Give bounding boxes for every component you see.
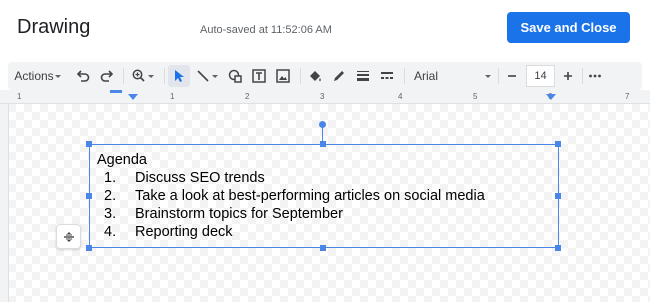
- border-weight-button[interactable]: [352, 65, 374, 87]
- select-tool-button[interactable]: [168, 65, 190, 87]
- zoom-button[interactable]: [128, 65, 158, 87]
- minus-icon: [508, 75, 516, 77]
- resize-handle-bottom[interactable]: [320, 245, 326, 251]
- border-color-button[interactable]: [328, 65, 350, 87]
- resize-handle-right[interactable]: [555, 193, 561, 199]
- undo-button[interactable]: [72, 65, 94, 87]
- list-item-number: 3.: [104, 206, 117, 222]
- fill-color-icon: [310, 71, 321, 82]
- ruler-label: 5: [473, 92, 478, 101]
- toolbar: Actions Arial 14: [8, 62, 642, 90]
- header-bar: Drawing Auto-saved at 11:52:06 AM Save a…: [0, 0, 650, 58]
- border-dash-icon: [381, 72, 393, 79]
- actions-label: Actions: [14, 69, 54, 83]
- redo-icon: [100, 70, 114, 82]
- zoom-icon: [132, 69, 154, 82]
- select-icon: [175, 70, 184, 82]
- list-item-number: 4.: [104, 224, 117, 240]
- list-item-text: Take a look at best-performing articles …: [135, 188, 485, 204]
- resize-handle-top-left[interactable]: [86, 141, 92, 147]
- textbox-tool-button[interactable]: [248, 65, 270, 87]
- toolbar-divider: [404, 68, 405, 84]
- fill-color-button[interactable]: [304, 65, 326, 87]
- shape-icon: [228, 69, 242, 83]
- chevron-down-icon: [54, 75, 61, 78]
- font-family-select[interactable]: Arial: [410, 65, 496, 87]
- toolbar-divider: [123, 68, 124, 84]
- border-weight-icon: [357, 71, 369, 81]
- plus-icon: [564, 72, 572, 80]
- more-options-button[interactable]: [584, 65, 606, 87]
- rotation-handle[interactable]: [319, 121, 326, 128]
- border-dash-button[interactable]: [376, 65, 398, 87]
- image-tool-button[interactable]: [272, 65, 294, 87]
- undo-icon: [76, 70, 90, 82]
- chevron-down-icon: [485, 75, 491, 78]
- ruler-label: 3: [320, 92, 325, 101]
- toolbar-divider: [582, 68, 583, 84]
- ruler-label: 2: [245, 92, 250, 101]
- increase-font-size-button[interactable]: [558, 65, 578, 87]
- resize-handle-left[interactable]: [86, 193, 92, 199]
- vertical-align-button[interactable]: [56, 224, 81, 249]
- list-item-text: Brainstorm topics for September: [135, 206, 343, 222]
- resize-handle-top-right[interactable]: [555, 141, 561, 147]
- border-color-icon: [334, 71, 344, 81]
- first-line-indent-icon[interactable]: [110, 90, 122, 96]
- toolbar-divider: [164, 68, 165, 84]
- textbox-icon: [252, 69, 266, 83]
- toolbar-divider: [300, 68, 301, 84]
- list-item-text: Reporting deck: [135, 224, 233, 240]
- font-size-input[interactable]: 14: [526, 65, 555, 87]
- list-item-number: 2.: [104, 188, 117, 204]
- redo-button[interactable]: [96, 65, 118, 87]
- list-item-text: Discuss SEO trends: [135, 170, 265, 186]
- ruler-label: 1: [17, 92, 22, 101]
- font-family-value: Arial: [414, 69, 439, 83]
- right-indent-icon[interactable]: [546, 94, 556, 101]
- resize-handle-bottom-left[interactable]: [86, 245, 92, 251]
- resize-handle-top[interactable]: [320, 141, 326, 147]
- ruler-label: 7: [625, 92, 630, 101]
- resize-handle-bottom-right[interactable]: [555, 245, 561, 251]
- decrease-font-size-button[interactable]: [502, 65, 522, 87]
- vertical-ruler[interactable]: [0, 104, 9, 302]
- line-icon: [197, 70, 218, 82]
- image-icon: [276, 69, 290, 83]
- list-item-number: 1.: [104, 170, 117, 186]
- left-indent-icon[interactable]: [128, 94, 138, 101]
- vertical-align-icon: [63, 231, 74, 242]
- toolbar-divider: [498, 68, 499, 84]
- ruler-label: 4: [398, 92, 403, 101]
- actions-menu-button[interactable]: Actions: [14, 65, 62, 87]
- shape-tool-button[interactable]: [224, 65, 246, 87]
- save-and-close-button[interactable]: Save and Close: [507, 12, 630, 43]
- autosave-status: Auto-saved at 11:52:06 AM: [200, 24, 332, 36]
- horizontal-ruler[interactable]: 1 1 2 3 4 5 6 7: [0, 90, 650, 104]
- line-tool-button[interactable]: [192, 65, 222, 87]
- ruler-label: 1: [170, 92, 175, 101]
- more-icon: [589, 74, 601, 78]
- dialog-title: Drawing: [17, 16, 91, 38]
- agenda-heading: Agenda: [97, 152, 147, 168]
